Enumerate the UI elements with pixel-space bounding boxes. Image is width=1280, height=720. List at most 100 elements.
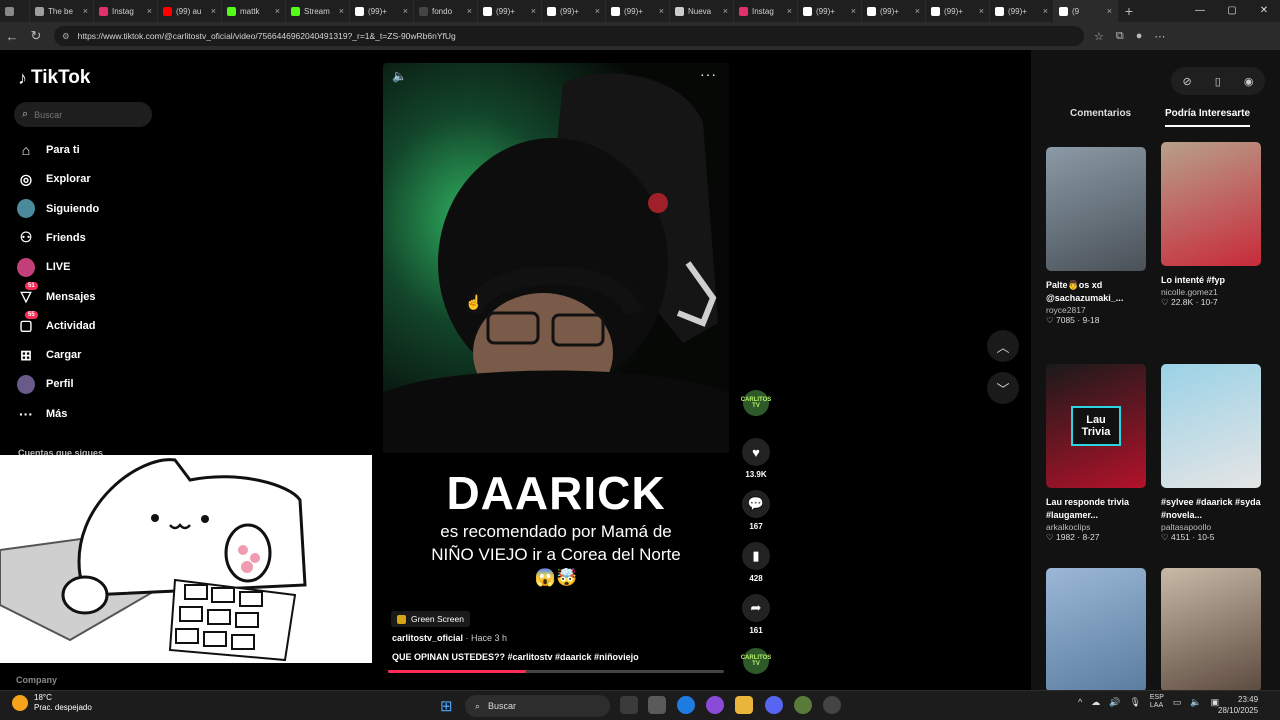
card-username[interactable]: royce2817 bbox=[1046, 305, 1148, 315]
reload-icon[interactable]: ↻ bbox=[24, 28, 48, 44]
device-icon[interactable]: ▯ bbox=[1215, 75, 1221, 88]
language-indicator[interactable]: ESP LAA bbox=[1150, 694, 1164, 710]
video-thumbnail[interactable] bbox=[1046, 568, 1146, 692]
close-window-button[interactable]: ✕ bbox=[1248, 0, 1280, 22]
browser-tab[interactable]: (99)+ × bbox=[350, 0, 414, 22]
windows-start-icon[interactable]: ⊞ bbox=[440, 697, 453, 715]
sidebar-item-mensajes[interactable]: ▽ 51 Mensajes bbox=[17, 281, 96, 307]
url-field[interactable]: ⚙ https://www.tiktok.com/@carlitostv_ofi… bbox=[54, 26, 1084, 46]
sidebar-item-parati[interactable]: ⌂ Para ti bbox=[17, 140, 80, 160]
suggested-video-card[interactable] bbox=[1161, 568, 1263, 692]
browser-tab[interactable]: Instag × bbox=[94, 0, 158, 22]
sidebar-item-perfil[interactable]: Perfil bbox=[17, 374, 74, 394]
taskbar-search[interactable]: ⌕ Buscar bbox=[465, 695, 610, 717]
video-player[interactable]: 🔈 ··· DAARICK es recomendado por Mamá de… bbox=[383, 63, 729, 675]
next-video-button[interactable]: ﹀ bbox=[987, 372, 1019, 404]
sidebar-item-friends[interactable]: ⚇ Friends bbox=[17, 228, 86, 248]
close-tab-icon[interactable]: × bbox=[915, 6, 920, 16]
author-name[interactable]: carlitostv_oficial bbox=[392, 633, 463, 643]
tray-chevron-icon[interactable]: ^ bbox=[1078, 697, 1082, 707]
user-avatar-icon[interactable]: ◉ bbox=[1244, 75, 1254, 88]
sidebar-item-explorar[interactable]: ◎ Explorar bbox=[17, 169, 91, 189]
close-tab-icon[interactable]: × bbox=[1107, 6, 1112, 16]
coin-icon[interactable]: ⊘ bbox=[1183, 75, 1192, 88]
company-link[interactable]: Company bbox=[16, 675, 57, 685]
store-icon[interactable] bbox=[648, 696, 666, 714]
task-view-icon[interactable] bbox=[620, 696, 638, 714]
close-tab-icon[interactable]: × bbox=[275, 6, 280, 16]
close-tab-icon[interactable]: × bbox=[531, 6, 536, 16]
new-tab-button[interactable]: + bbox=[1118, 3, 1140, 19]
close-tab-icon[interactable]: × bbox=[979, 6, 984, 16]
speaker-icon[interactable]: 🔈 bbox=[1190, 697, 1201, 708]
sidebar-item-siguiendo[interactable]: Siguiendo bbox=[17, 199, 99, 219]
browser-tab[interactable]: The be × bbox=[30, 0, 94, 22]
edge-icon[interactable] bbox=[677, 696, 695, 714]
video-thumbnail[interactable]: Lau Trivia bbox=[1046, 364, 1146, 488]
sound-disc-button[interactable]: CARLITOS TV bbox=[740, 648, 772, 674]
sidebar-item-live[interactable]: LIVE bbox=[17, 257, 70, 277]
close-tab-icon[interactable]: × bbox=[1043, 6, 1048, 16]
previous-video-button[interactable]: ︿ bbox=[987, 330, 1019, 362]
browser-tab[interactable]: (9 × bbox=[1054, 0, 1118, 22]
close-tab-icon[interactable]: × bbox=[83, 6, 88, 16]
back-icon[interactable]: ← bbox=[0, 29, 24, 44]
volume-icon[interactable]: 🔈 bbox=[392, 69, 407, 83]
suggested-video-card[interactable] bbox=[1046, 568, 1148, 692]
browser-tab[interactable]: Instag × bbox=[734, 0, 798, 22]
browser-tab[interactable]: (99)+ × bbox=[926, 0, 990, 22]
mic-icon[interactable]: 🎙 bbox=[1129, 697, 1140, 708]
suggested-video-card[interactable]: #sylvee #daarick #syda #novela... paltasa… bbox=[1161, 364, 1263, 543]
save-button[interactable]: ▮ 428 bbox=[740, 542, 772, 583]
share-button[interactable]: ➦ 161 bbox=[740, 594, 772, 635]
chrome-icon[interactable] bbox=[823, 696, 841, 714]
close-tab-icon[interactable]: × bbox=[211, 6, 216, 16]
browser-tab[interactable]: (99)+ × bbox=[990, 0, 1054, 22]
profile-icon[interactable]: ● bbox=[1136, 30, 1143, 43]
close-tab-icon[interactable]: × bbox=[723, 6, 728, 16]
search-box[interactable]: ⌕ bbox=[14, 102, 152, 127]
video-thumbnail[interactable] bbox=[1161, 142, 1261, 266]
browser-tab[interactable]: (99)+ × bbox=[542, 0, 606, 22]
effect-tag[interactable]: Green Screen bbox=[391, 611, 470, 627]
close-tab-icon[interactable]: × bbox=[787, 6, 792, 16]
close-tab-icon[interactable]: × bbox=[147, 6, 152, 16]
close-tab-icon[interactable]: × bbox=[339, 6, 344, 16]
like-button[interactable]: ♥ 13.9K bbox=[740, 438, 772, 479]
suggested-video-card[interactable]: Lau Trivia Lau responde trivia #laugamer.… bbox=[1046, 364, 1148, 543]
card-username[interactable]: arkalkoclips bbox=[1046, 522, 1148, 532]
copilot-icon[interactable] bbox=[706, 696, 724, 714]
creator-avatar-button[interactable]: CARLITOS TV bbox=[740, 390, 772, 416]
network-icon[interactable]: ▭ bbox=[1173, 697, 1182, 708]
comment-button[interactable]: 💬 167 bbox=[740, 490, 772, 531]
file-explorer-icon[interactable] bbox=[735, 696, 753, 714]
close-tab-icon[interactable]: × bbox=[403, 6, 408, 16]
video-thumbnail[interactable] bbox=[1046, 147, 1146, 271]
close-tab-icon[interactable]: × bbox=[467, 6, 472, 16]
card-username[interactable]: paltasapoollo bbox=[1161, 522, 1263, 532]
browser-tab[interactable]: (99)+ × bbox=[862, 0, 926, 22]
suggested-video-card[interactable]: Lo intenté #fyp nicolle.gomez1 ♡ 22.8K · 1… bbox=[1161, 142, 1263, 308]
browser-tab[interactable]: Stream × bbox=[286, 0, 350, 22]
onedrive-icon[interactable]: ☁ bbox=[1091, 697, 1100, 708]
video-thumbnail[interactable] bbox=[1161, 568, 1261, 692]
tab-suggestions[interactable]: Podría Interesarte bbox=[1165, 108, 1251, 127]
clock[interactable]: 23:49 28/10/2025 bbox=[1218, 694, 1258, 716]
sidebar-item-cargar[interactable]: ⊞ Cargar bbox=[17, 345, 81, 365]
maximize-button[interactable]: ▢ bbox=[1216, 0, 1248, 22]
close-tab-icon[interactable]: × bbox=[851, 6, 856, 16]
bookmark-star-icon[interactable]: ☆ bbox=[1094, 30, 1104, 43]
tab-comments[interactable]: Comentarios bbox=[1070, 108, 1131, 125]
suggested-video-card[interactable]: Palte👨os xd @sachazumaki_... royce2817 ♡ 7… bbox=[1046, 147, 1148, 326]
browser-menu-icon[interactable]: ⋯ bbox=[1154, 30, 1165, 43]
browser-tab[interactable]: mattk × bbox=[222, 0, 286, 22]
browser-tab[interactable]: (99)+ × bbox=[606, 0, 670, 22]
close-tab-icon[interactable]: × bbox=[595, 6, 600, 16]
more-options-icon[interactable]: ··· bbox=[700, 66, 717, 82]
site-info-icon[interactable]: ⚙ bbox=[62, 31, 70, 42]
video-thumbnail[interactable] bbox=[1161, 364, 1261, 488]
tiktok-logo[interactable]: ♪ TikTok bbox=[18, 67, 90, 89]
volume-tray-icon[interactable]: 🔊 bbox=[1109, 697, 1120, 708]
browser-tab[interactable]: (99)+ × bbox=[478, 0, 542, 22]
browser-tab[interactable]: (99)+ × bbox=[798, 0, 862, 22]
